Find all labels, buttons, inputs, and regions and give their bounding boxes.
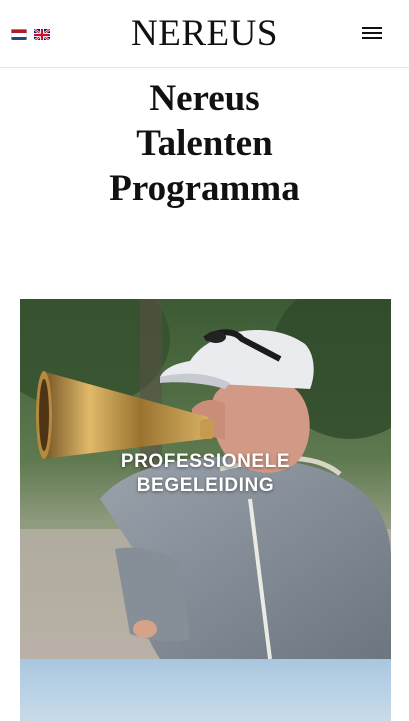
page-title-line: Talenten (136, 123, 273, 164)
site-logo[interactable]: NEREUS (0, 12, 409, 55)
page-title: Nereus Talenten Programma (0, 76, 409, 211)
card-label-line: PROFESSIONELE (120, 451, 291, 472)
card-label-line: BEGELEIDING (136, 475, 275, 496)
card-professionele-begeleiding[interactable]: PROFESSIONELE BEGELEIDING (20, 299, 391, 659)
page-title-line: Programma (109, 168, 300, 209)
card-label: PROFESSIONELE BEGELEIDING (20, 450, 391, 498)
page-title-line: Nereus (149, 78, 260, 119)
site-header: NEREUS (0, 0, 409, 68)
card-next-preview[interactable] (20, 659, 391, 721)
hamburger-menu-icon[interactable] (360, 24, 384, 44)
